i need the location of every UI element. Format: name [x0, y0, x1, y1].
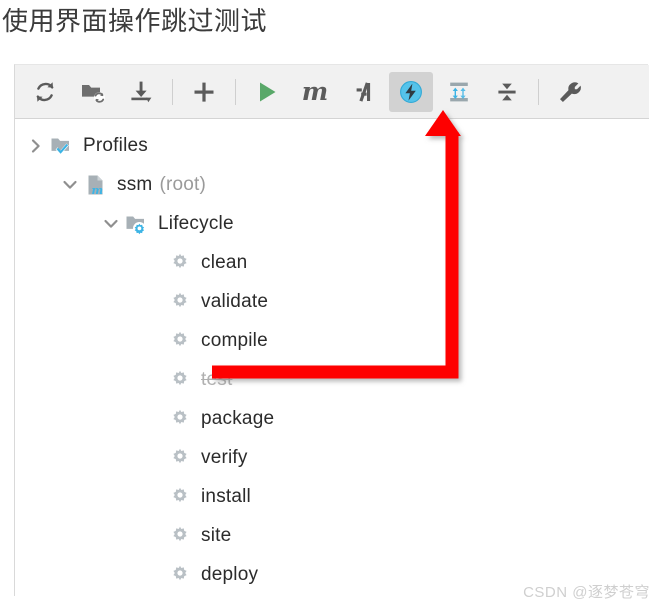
maven-projects-tree[interactable]: Profiles m ssm (root) Lifecycle clean va… [15, 120, 649, 596]
chevron-down-icon[interactable] [98, 211, 124, 237]
wrench-glyph [560, 81, 581, 102]
chevron-down-icon[interactable] [57, 172, 83, 198]
gear-glyph [173, 370, 187, 385]
gear-glyph [173, 331, 187, 346]
folder-gear-icon [124, 211, 150, 237]
tree-node-label: Lifecycle [158, 212, 234, 234]
chevron-down-glyph [104, 219, 118, 228]
folder-check-glyph [51, 138, 69, 155]
gear-glyph [173, 565, 187, 580]
tree-node-install[interactable]: install [15, 477, 649, 516]
gear-glyph [173, 487, 187, 502]
download-sources-icon[interactable] [119, 72, 163, 112]
tree-node-clean[interactable]: clean [15, 243, 649, 282]
tree-node-label: compile [201, 329, 268, 351]
gear-icon [167, 328, 193, 354]
tree-node-label: clean [201, 251, 248, 273]
gear-icon [167, 367, 193, 393]
gear-glyph [173, 526, 187, 541]
tree-node-label: validate [201, 290, 269, 312]
collapse-arrows-glyph [498, 83, 516, 100]
gear-glyph [173, 448, 187, 463]
gear-icon [167, 289, 193, 315]
tree-node-ssm[interactable]: m ssm (root) [15, 165, 649, 204]
maven-project-glyph: m [88, 175, 104, 197]
chevron-right-icon[interactable] [23, 133, 49, 159]
generate-sources-icon[interactable] [71, 72, 115, 112]
tree-node-verify[interactable]: verify [15, 438, 649, 477]
tree-node-compile[interactable]: compile [15, 321, 649, 360]
skip-tests-icon[interactable] [389, 71, 433, 112]
maven-project-icon: m [83, 172, 109, 198]
tree-node-validate[interactable]: validate [15, 282, 649, 321]
add-maven-project-icon[interactable] [182, 72, 226, 112]
download-glyph [131, 81, 152, 102]
toolbar-separator [235, 78, 236, 105]
tree-node-label: package [201, 407, 275, 429]
tree-node-label-skipped: test [201, 368, 233, 390]
tree-node-label: install [201, 485, 251, 507]
gear-icon [167, 562, 193, 588]
chevron-right-glyph [31, 138, 40, 153]
chevron-down-glyph [63, 180, 77, 189]
tree-node-site[interactable]: site [15, 516, 649, 555]
collapse-all-icon[interactable] [485, 72, 529, 112]
tree-node-package[interactable]: package [15, 399, 649, 438]
execute-maven-goal-icon[interactable]: m [293, 72, 337, 112]
plus-glyph [194, 82, 214, 102]
reimport-icon[interactable] [23, 72, 67, 112]
toggle-ignored-projects-icon[interactable] [341, 72, 385, 112]
tree-node-label: Profiles [83, 134, 148, 156]
svg-text:m: m [92, 184, 104, 197]
folder-refresh-glyph [82, 84, 105, 103]
folder-check-icon [49, 133, 75, 159]
gear-icon [167, 445, 193, 471]
maven-toolbar: m [15, 65, 649, 119]
play-triangle-glyph [260, 82, 276, 101]
maven-m-letter: m [301, 77, 329, 106]
settings-icon[interactable] [548, 72, 592, 112]
gear-icon [167, 250, 193, 276]
run-icon[interactable] [245, 72, 289, 112]
tree-node-label: verify [201, 446, 248, 468]
slash-bar-glyph [356, 81, 371, 102]
toolbar-separator [538, 78, 539, 105]
tree-node-lifecycle[interactable]: Lifecycle [15, 204, 649, 243]
reimport-glyph [36, 81, 54, 102]
gear-icon [167, 523, 193, 549]
tree-node-label: ssm [117, 173, 153, 195]
page-title: 使用界面操作跳过测试 [2, 6, 268, 36]
tree-node-profiles[interactable]: Profiles [15, 126, 649, 165]
toolbar-separator [172, 78, 173, 105]
gear-icon [167, 406, 193, 432]
gear-glyph [173, 292, 187, 307]
tree-node-suffix: (root) [159, 173, 207, 195]
gear-glyph [173, 409, 187, 424]
tree-node-label: deploy [201, 563, 259, 585]
lightning-bolt-glyph [400, 80, 422, 103]
gear-glyph [173, 253, 187, 268]
tree-node-test[interactable]: test [15, 360, 649, 399]
tree-node-label: site [201, 524, 232, 546]
gear-icon [167, 484, 193, 510]
expand-all-icon[interactable] [437, 72, 481, 112]
maven-tool-window: m Profiles m ssm (root) Lifecycle clean … [14, 64, 649, 596]
folder-gear-glyph [126, 216, 146, 235]
watermark: CSDN @逐梦苍穹 [523, 584, 650, 601]
expand-arrows-glyph [450, 82, 468, 101]
